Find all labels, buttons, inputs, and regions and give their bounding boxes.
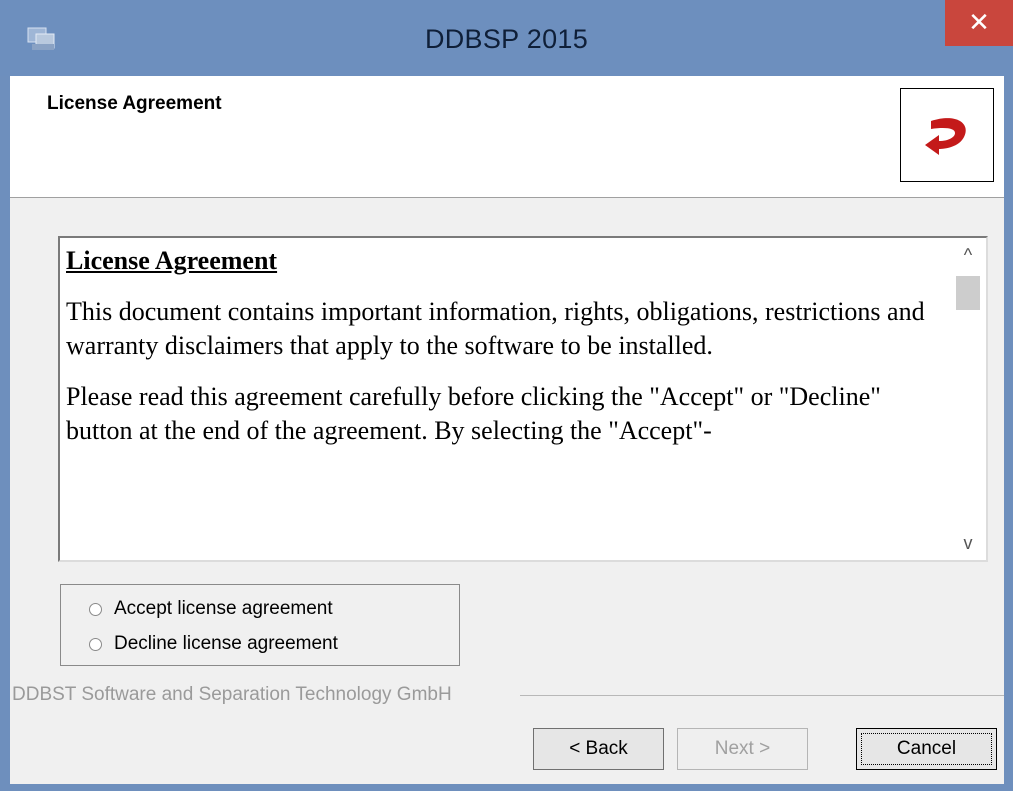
cancel-button[interactable]: Cancel bbox=[856, 728, 997, 770]
wizard-header: License Agreement bbox=[10, 76, 1004, 198]
cancel-button-label: Cancel bbox=[896, 738, 957, 759]
close-icon: ✕ bbox=[968, 7, 990, 37]
installer-window: DDBSP 2015 ✕ License Agreement License A… bbox=[0, 0, 1013, 791]
next-button[interactable]: Next > bbox=[677, 728, 808, 770]
radio-circle-icon[interactable] bbox=[89, 637, 102, 651]
vertical-scrollbar[interactable]: ^ v bbox=[950, 238, 986, 560]
license-content: License Agreement This document contains… bbox=[66, 244, 946, 465]
close-button[interactable]: ✕ bbox=[945, 0, 1013, 46]
back-button[interactable]: < Back bbox=[533, 728, 664, 770]
license-paragraph-1: This document contains important informa… bbox=[66, 297, 925, 360]
license-heading: License Agreement bbox=[66, 246, 278, 275]
decline-radio[interactable]: Decline license agreement bbox=[89, 632, 338, 656]
footer-divider bbox=[520, 695, 1004, 696]
decline-radio-label: Decline license agreement bbox=[114, 633, 338, 654]
scroll-up-icon[interactable]: ^ bbox=[950, 238, 986, 272]
title-bar[interactable]: DDBSP 2015 ✕ bbox=[0, 0, 1013, 76]
license-text-area[interactable]: License Agreement This document contains… bbox=[58, 236, 988, 562]
page-title: License Agreement bbox=[47, 93, 222, 114]
company-label: DDBST Software and Separation Technology… bbox=[12, 684, 462, 706]
logo-box bbox=[900, 88, 994, 182]
window-title: DDBSP 2015 bbox=[424, 24, 589, 54]
radio-circle-icon[interactable] bbox=[89, 602, 102, 616]
accept-radio[interactable]: Accept license agreement bbox=[89, 597, 333, 621]
license-paragraph-2: Please read this agreement carefully bef… bbox=[66, 382, 881, 445]
accept-radio-label: Accept license agreement bbox=[114, 598, 333, 619]
ddbst-logo-icon bbox=[925, 118, 966, 155]
wizard-frame: License Agreement License Agreement This… bbox=[10, 76, 1004, 784]
license-choice-group: Accept license agreement Decline license… bbox=[60, 584, 460, 666]
scroll-down-icon[interactable]: v bbox=[950, 526, 986, 560]
scroll-thumb[interactable] bbox=[956, 276, 980, 310]
